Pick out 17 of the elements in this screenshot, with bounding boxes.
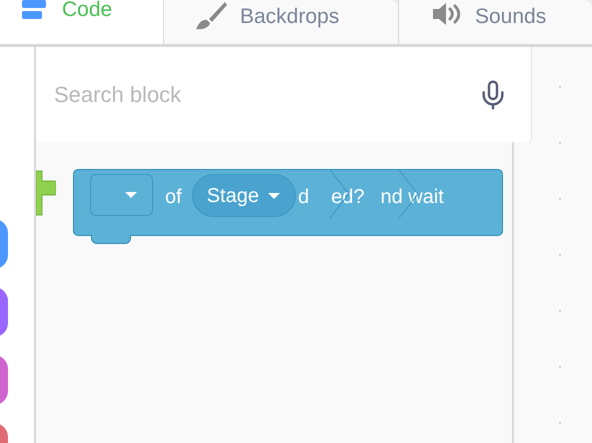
- block-label: d: [298, 185, 310, 210]
- block-label: nd wait: [380, 185, 444, 210]
- caret-icon: [266, 192, 281, 200]
- code-block[interactable]: of Stage d ed? nd wait: [73, 169, 503, 236]
- tab[interactable]: Backdrops: [163, 0, 398, 44]
- tab[interactable]: Sounds: [398, 0, 592, 44]
- search-input[interactable]: Search block: [54, 78, 477, 111]
- paintbrush-icon: [194, 1, 228, 31]
- block-label: ed?: [331, 185, 364, 210]
- target-dropdown[interactable]: Stage: [192, 174, 296, 217]
- speaker-icon: [431, 1, 463, 27]
- caret-icon: [124, 191, 138, 199]
- tab[interactable]: Code: [0, 0, 163, 44]
- block-notch: [91, 235, 131, 244]
- dropdown-field[interactable]: [90, 174, 153, 216]
- search-field[interactable]: Search block: [36, 47, 532, 142]
- block-label: of: [165, 185, 182, 210]
